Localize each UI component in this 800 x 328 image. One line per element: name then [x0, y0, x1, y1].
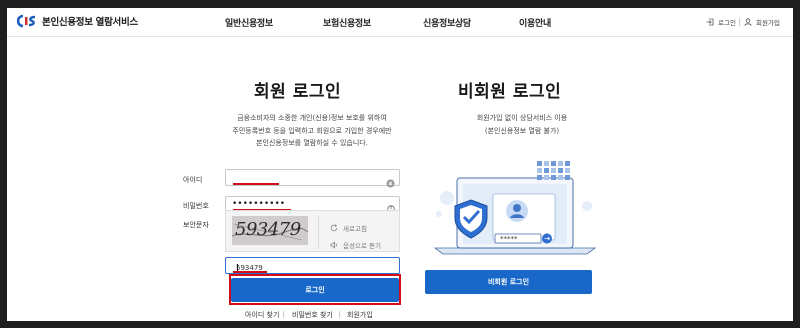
nav-insurance-credit[interactable]: 보험신용정보: [323, 16, 371, 29]
header-signup-label: 회원가입: [756, 19, 780, 27]
nav-general-credit[interactable]: 일반신용정보: [225, 16, 273, 29]
find-id-link[interactable]: 아이디 찾기: [245, 310, 279, 320]
id-label: 아이디: [183, 176, 203, 184]
speaker-icon: [330, 241, 337, 249]
id-field-underline-annotation: [233, 183, 279, 185]
guest-login-button[interactable]: 비회원 로그인: [425, 270, 592, 294]
links-divider: [283, 311, 284, 318]
captcha-refresh-label: 새로고침: [343, 225, 367, 233]
clear-input-icon[interactable]: [386, 173, 395, 192]
header-divider: [739, 18, 740, 26]
guest-login-title: 비회원 로그인: [458, 82, 562, 102]
header-login-link[interactable]: 로그인: [706, 17, 736, 27]
captcha-audio-label: 음성으로 듣기: [343, 242, 381, 250]
member-desc-line: 주민등록번호 등을 입력하고 회원으로 가입한 경우에만: [232, 126, 392, 135]
captcha-box: 593479 새로고침 음성으로 듣기: [225, 210, 400, 252]
find-password-link[interactable]: 비밀번호 찾기: [292, 310, 333, 320]
captcha-label: 보안문자: [183, 221, 209, 229]
guest-login-description: 회원가입 없이 상담서비스 이용 (본인신용정보 열람 불가): [437, 112, 607, 137]
logo-text: 본인신용정보 열람서비스: [42, 17, 138, 28]
guest-desc-line: (본인신용정보 열람 불가): [484, 126, 560, 135]
guest-password-mask: *****: [500, 235, 518, 243]
member-login-title: 회원 로그인: [254, 82, 342, 102]
header-login-label: 로그인: [718, 19, 736, 27]
logo-mark-icon: [17, 14, 37, 28]
browser-viewport: 본인신용정보 열람서비스 일반신용정보 보험신용정보 신용정보상담 이용안내 로…: [7, 8, 793, 321]
guest-desc-line: 회원가입 없이 상담서비스 이용: [476, 114, 568, 122]
site-logo[interactable]: 본인신용정보 열람서비스: [17, 14, 138, 28]
captcha-image: 593479: [232, 216, 308, 245]
member-desc-line: 본인신용정보를 열람하실 수 있습니다.: [256, 139, 368, 147]
login-button-highlight-annotation: [229, 274, 401, 305]
header-signup-link[interactable]: 회원가입: [744, 17, 780, 27]
captcha-text: 593479: [235, 219, 301, 240]
member-desc-line: 금융소비자의 소중한 개인(신용)정보 보호를 위하여: [237, 114, 387, 122]
signup-link[interactable]: 회원가입: [347, 310, 373, 320]
login-icon: [706, 18, 714, 26]
member-login-description: 금융소비자의 소중한 개인(신용)정보 보호를 위하여 주민등록번호 등을 입력…: [212, 112, 412, 150]
nav-usage-guide[interactable]: 이용안내: [519, 16, 551, 29]
password-label: 비밀번호: [183, 202, 209, 210]
user-icon: [744, 18, 752, 26]
refresh-icon: [330, 224, 338, 232]
site-header: 본인신용정보 열람서비스 일반신용정보 보험신용정보 신용정보상담 이용안내 로…: [7, 8, 793, 37]
captcha-refresh-button[interactable]: 새로고침: [330, 223, 367, 233]
links-divider: [339, 311, 340, 318]
captcha-divider: [318, 215, 319, 249]
captcha-audio-button[interactable]: 음성으로 듣기: [330, 240, 381, 250]
security-illustration: *****: [427, 156, 602, 258]
password-value: ••••••••••: [232, 199, 286, 209]
nav-credit-consult[interactable]: 신용정보상담: [423, 16, 471, 29]
captcha-underline-annotation: [233, 271, 267, 273]
